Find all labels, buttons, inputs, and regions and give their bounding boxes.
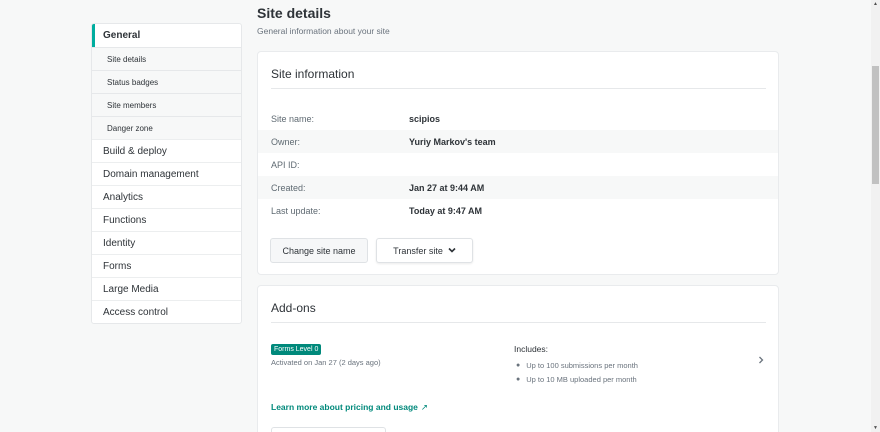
- sidebar-subitem-danger-zone[interactable]: Danger zone: [92, 116, 241, 139]
- scroll-down-icon[interactable]: ▼: [872, 424, 879, 432]
- card-title: Add-ons: [271, 301, 316, 315]
- sidebar-item-label: Large Media: [103, 283, 159, 295]
- addon-action-button[interactable]: [271, 427, 386, 432]
- list-item-text: Up to 10 MB uploaded per month: [526, 374, 637, 384]
- sidebar-item-access-control[interactable]: Access control: [92, 300, 241, 323]
- sidebar-item-label: Domain management: [103, 168, 199, 180]
- scrollbar[interactable]: ▲ ▼: [871, 0, 880, 432]
- sidebar-subitem-site-details[interactable]: Site details: [92, 47, 241, 70]
- sidebar-subitem-label: Status badges: [107, 77, 159, 87]
- info-row-created: Created: Jan 27 at 9:44 AM: [258, 176, 778, 199]
- list-item: ● Up to 100 submissions per month: [516, 358, 638, 372]
- list-item: ● Up to 10 MB uploaded per month: [516, 372, 638, 386]
- sidebar-item-analytics[interactable]: Analytics: [92, 185, 241, 208]
- info-value: Yuriy Markov's team: [409, 136, 496, 147]
- list-item-text: Up to 100 submissions per month: [526, 360, 638, 370]
- sidebar-item-label: Identity: [103, 237, 136, 249]
- sidebar-item-functions[interactable]: Functions: [92, 208, 241, 231]
- sidebar-subitem-site-members[interactable]: Site members: [92, 93, 241, 116]
- addons-card: Add-ons Forms Level 0 Activated on Jan 2…: [257, 285, 779, 432]
- forms-level-badge: Forms Level 0: [271, 344, 322, 355]
- info-label: Created:: [271, 182, 306, 193]
- external-link-icon: ↗: [420, 402, 429, 412]
- bullet-icon: ●: [516, 375, 521, 383]
- link-label: Learn more about pricing and usage: [271, 402, 418, 412]
- info-label: API ID:: [271, 159, 300, 170]
- info-label: Owner:: [271, 136, 301, 147]
- sidebar-subitem-label: Site details: [107, 54, 147, 64]
- chevron-right-icon[interactable]: [758, 356, 764, 367]
- sidebar-item-label: Access control: [103, 306, 169, 318]
- info-label: Site name:: [271, 113, 315, 124]
- bullet-icon: ●: [516, 361, 521, 369]
- sidebar-subitem-status-badges[interactable]: Status badges: [92, 70, 241, 93]
- transfer-site-button[interactable]: Transfer site: [376, 238, 473, 263]
- info-value: Today at 9:47 AM: [409, 205, 483, 216]
- button-label: Transfer site: [393, 245, 443, 256]
- info-row-api-id: API ID:: [258, 153, 778, 176]
- sidebar-item-forms[interactable]: Forms: [92, 254, 241, 277]
- chevron-down-icon: [448, 246, 456, 255]
- button-label: Change site name: [282, 245, 356, 256]
- site-information-card: Site information Site name: scipios Owne…: [257, 51, 779, 275]
- sidebar-item-large-media[interactable]: Large Media: [92, 277, 241, 300]
- sidebar-item-label: Build & deploy: [103, 145, 167, 157]
- sidebar-item-general[interactable]: General: [92, 24, 241, 47]
- sidebar-item-label: General: [103, 30, 141, 41]
- sidebar-item-build-deploy[interactable]: Build & deploy: [92, 139, 241, 162]
- page-subtitle: General information about your site: [257, 26, 390, 36]
- settings-sidebar: General Site details Status badges Site …: [91, 23, 242, 324]
- divider: [271, 88, 766, 89]
- info-row-last-update: Last update: Today at 9:47 AM: [258, 199, 778, 222]
- card-title: Site information: [271, 67, 355, 81]
- sidebar-item-domain-management[interactable]: Domain management: [92, 162, 241, 185]
- sidebar-item-label: Analytics: [103, 191, 144, 203]
- sidebar-item-label: Forms: [103, 260, 132, 272]
- info-value: Jan 27 at 9:44 AM: [409, 182, 485, 193]
- change-site-name-button[interactable]: Change site name: [270, 238, 368, 263]
- page-title: Site details: [257, 5, 331, 21]
- scroll-up-icon[interactable]: ▲: [872, 0, 879, 8]
- scrollbar-thumb[interactable]: [872, 66, 879, 184]
- sidebar-subitem-label: Danger zone: [107, 123, 153, 133]
- learn-more-link[interactable]: Learn more about pricing and usage ↗: [271, 402, 428, 413]
- info-label: Last update:: [271, 205, 321, 216]
- info-row-site-name: Site name: scipios: [258, 107, 778, 130]
- activated-date: Activated on Jan 27 (2 days ago): [271, 358, 381, 367]
- sidebar-item-label: Functions: [103, 214, 147, 226]
- info-row-owner: Owner: Yuriy Markov's team: [258, 130, 778, 153]
- info-value: scipios: [409, 113, 441, 124]
- includes-list: ● Up to 100 submissions per month ● Up to …: [516, 358, 638, 386]
- sidebar-item-identity[interactable]: Identity: [92, 231, 241, 254]
- divider: [271, 322, 766, 323]
- includes-title: Includes:: [514, 344, 549, 354]
- sidebar-subitem-label: Site members: [107, 100, 157, 110]
